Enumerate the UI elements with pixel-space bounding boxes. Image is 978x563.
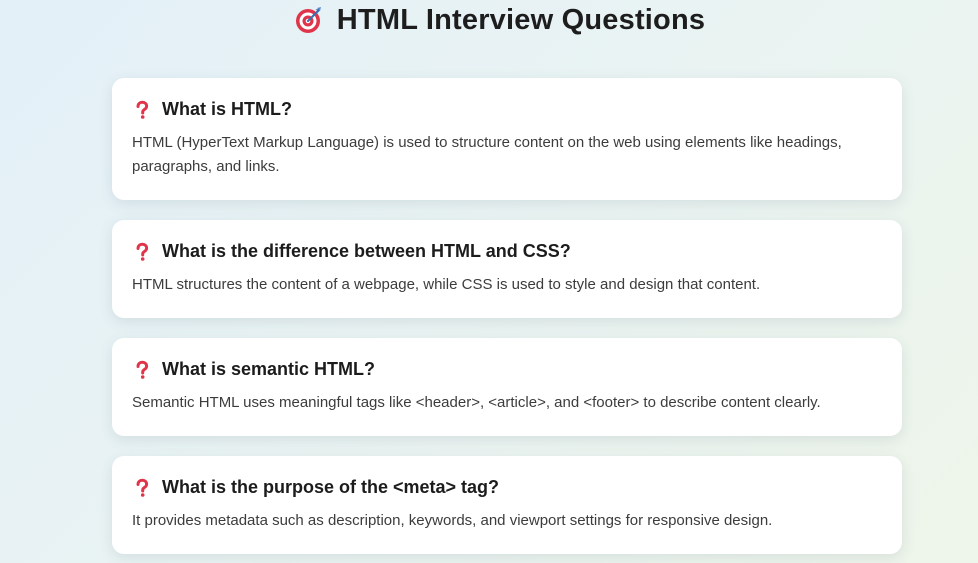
page-header: HTML Interview Questions (0, 0, 978, 40)
question-text: What is the purpose of the <meta> tag? (162, 477, 500, 497)
question-row: What is semantic HTML? (132, 359, 882, 380)
question-card: What is the difference between HTML and … (112, 220, 902, 318)
question-card: What is the purpose of the <meta> tag? I… (112, 456, 902, 554)
answer-text: Semantic HTML uses meaningful tags like … (132, 394, 821, 411)
page-title: HTML Interview Questions (336, 3, 706, 36)
question-row: What is the difference between HTML and … (132, 241, 882, 262)
page: HTML Interview Questions What is HTML? H… (0, 0, 978, 563)
bullseye-dart-icon (293, 5, 323, 35)
question-text: What is the difference between HTML and … (162, 241, 571, 261)
question-row: What is the purpose of the <meta> tag? (132, 477, 882, 498)
question-text: What is semantic HTML? (162, 359, 376, 379)
question-card: What is HTML? HTML (HyperText Markup Lan… (112, 78, 902, 200)
question-row: What is HTML? (132, 99, 882, 120)
answer-text: HTML structures the content of a webpage… (132, 276, 761, 293)
question-text: What is HTML? (162, 99, 292, 119)
red-question-mark-icon (132, 242, 152, 262)
question-card: What is semantic HTML? Semantic HTML use… (112, 338, 902, 436)
red-question-mark-icon (132, 478, 152, 498)
red-question-mark-icon (132, 100, 152, 120)
answer-text: HTML (HyperText Markup Language) is used… (132, 134, 842, 175)
answer-text: It provides metadata such as description… (132, 512, 773, 529)
red-question-mark-icon (132, 360, 152, 380)
